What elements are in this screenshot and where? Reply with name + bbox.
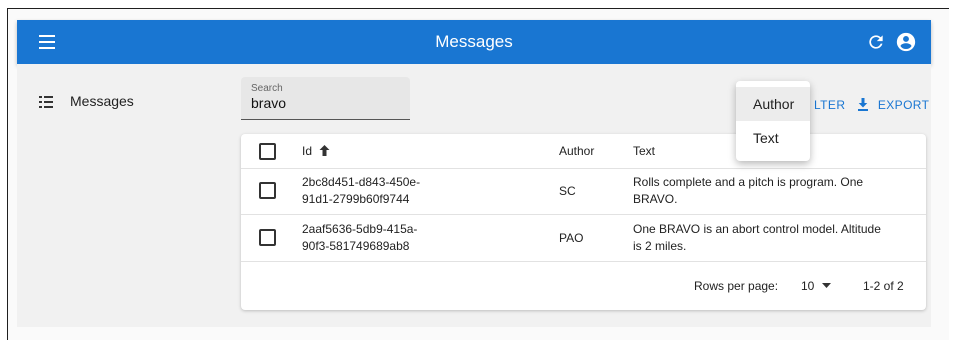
table-pagination: Rows per page: 10 1-2 of 2 [241, 262, 926, 310]
column-header-text[interactable]: Text [633, 143, 655, 160]
row-checkbox[interactable] [259, 182, 276, 199]
row-text: One BRAVO is an abort control model. Alt… [633, 222, 881, 253]
row-author: SC [559, 184, 576, 198]
row-text: Rolls complete and a pitch is program. O… [633, 175, 864, 206]
list-icon [39, 96, 53, 108]
column-header-id[interactable]: Id [302, 143, 330, 160]
search-input[interactable] [251, 95, 391, 111]
row-checkbox[interactable] [259, 229, 276, 246]
table-row[interactable]: 2aaf5636-5db9-415a- 90f3-581749689ab8 PA… [241, 215, 926, 262]
search-label: Search [251, 83, 283, 94]
page-title: Messages [435, 32, 513, 51]
download-icon [858, 97, 869, 111]
filter-button[interactable]: LTER [814, 98, 845, 112]
filter-menu-item-text[interactable]: Text [736, 121, 810, 155]
column-header-author[interactable]: Author [559, 143, 594, 160]
row-id: 2bc8d451-d843-450e- 91d1-2799b60f9744 [302, 175, 421, 206]
dropdown-arrow-icon [821, 283, 831, 288]
account-circle-icon[interactable] [895, 31, 917, 53]
pagination-range: 1-2 of 2 [863, 279, 904, 293]
table-row[interactable]: 2bc8d451-d843-450e- 91d1-2799b60f9744 SC… [241, 168, 926, 215]
export-label: EXPORT [877, 97, 930, 112]
table-header-row: Id Author Text [241, 134, 926, 169]
list-actions: LTER EXPORT [814, 97, 929, 112]
rows-per-page-label: Rows per page: [694, 279, 779, 293]
messages-table: Id Author Text 2bc8d451-d843-450e- 91d1-… [241, 134, 926, 310]
export-button[interactable]: EXPORT [857, 97, 930, 112]
row-author: PAO [559, 231, 584, 245]
search-field[interactable]: Search [241, 77, 410, 120]
rows-per-page-select[interactable]: 10 [801, 278, 831, 295]
row-id: 2aaf5636-5db9-415a- 90f3-581749689ab8 [302, 222, 418, 253]
sidebar-item-messages[interactable]: Messages [70, 93, 134, 109]
refresh-icon[interactable] [866, 32, 886, 52]
select-all-checkbox[interactable] [259, 143, 276, 160]
filter-menu: Author Text [736, 81, 810, 161]
filter-menu-item-author[interactable]: Author [736, 87, 810, 121]
sort-ascending-icon [319, 145, 330, 156]
app-bar: Messages [17, 20, 931, 64]
